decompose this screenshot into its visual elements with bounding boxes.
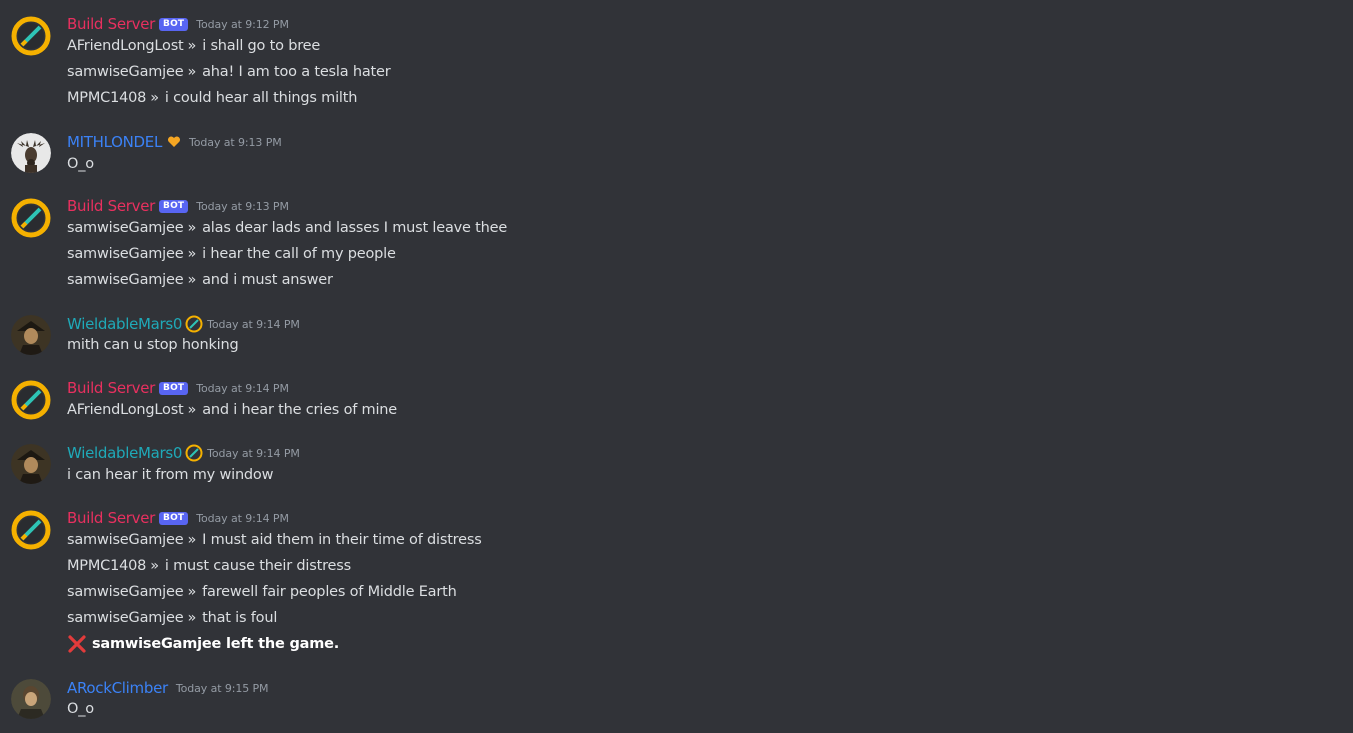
separator: »	[187, 532, 197, 548]
relay-text: alas dear lads and lasses I must leave t…	[202, 220, 508, 236]
portrait-icon	[11, 444, 51, 484]
relay-text: i shall go to bree	[202, 38, 321, 54]
message-line: samwiseGamjee» farewell fair peoples of M…	[67, 582, 457, 602]
relay-text: farewell fair peoples of Middle Earth	[202, 584, 457, 600]
relay-sender: samwiseGamjee	[67, 610, 184, 626]
arockclimber-avatar[interactable]	[11, 679, 51, 719]
bot-tag: BOT	[159, 381, 189, 395]
message-line: samwiseGamjee» that is foul	[67, 608, 277, 628]
message-text: O_o	[67, 156, 94, 172]
message-header: WieldableMars0 Today at 9:14 PM	[67, 443, 300, 463]
username[interactable]: Build Server	[67, 15, 155, 33]
message-line: AFriendLongLost» and i hear the cries of …	[67, 400, 397, 420]
username[interactable]: WieldableMars0	[67, 315, 182, 333]
message-line: samwiseGamjee» aha! I am too a tesla hate…	[67, 62, 391, 82]
username[interactable]: WieldableMars0	[67, 444, 182, 462]
message-text: mith can u stop honking	[67, 337, 239, 353]
wieldablemars0-avatar[interactable]	[11, 315, 51, 355]
message-header: MITHLONDEL Today at 9:13 PM	[67, 132, 282, 152]
relay-text: i could hear all things milth	[164, 90, 358, 106]
relay-text: i hear the call of my people	[202, 246, 396, 262]
relay-sender: MPMC1408	[67, 558, 147, 574]
pickaxe-ring-icon	[11, 198, 51, 238]
orange-heart-icon	[167, 135, 181, 149]
red-x-icon	[67, 634, 87, 654]
chat-message-list: Build Server BOT Today at 9:12 PM AFrien…	[0, 0, 1353, 733]
relay-text: I must aid them in their time of distres…	[202, 532, 482, 548]
relay-sender: samwiseGamjee	[67, 64, 184, 80]
username[interactable]: MITHLONDEL	[67, 133, 162, 151]
message-line: MPMC1408» i must cause their distress	[67, 556, 351, 576]
username[interactable]: Build Server	[67, 379, 155, 397]
pickaxe-ring-icon	[11, 16, 51, 56]
timestamp[interactable]: Today at 9:14 PM	[207, 318, 300, 331]
separator: »	[187, 272, 197, 288]
separator: »	[187, 610, 197, 626]
player-left-message: samwiseGamjee left the game.	[67, 634, 339, 654]
message-line: samwiseGamjee» I must aid them in their t…	[67, 530, 482, 550]
message-line: samwiseGamjee» i hear the call of my peop…	[67, 244, 396, 264]
pickaxe-ring-icon	[11, 510, 51, 550]
relay-sender: AFriendLongLost	[67, 402, 184, 418]
timestamp[interactable]: Today at 9:15 PM	[176, 682, 269, 695]
timestamp[interactable]: Today at 9:12 PM	[196, 18, 289, 31]
timestamp[interactable]: Today at 9:13 PM	[196, 200, 289, 213]
timestamp[interactable]: Today at 9:14 PM	[196, 512, 289, 525]
relay-sender: samwiseGamjee	[67, 532, 184, 548]
build-server-avatar[interactable]	[11, 198, 51, 238]
separator: »	[187, 402, 197, 418]
message-header: Build Server BOT Today at 9:14 PM	[67, 378, 289, 398]
message-text: O_o	[67, 701, 94, 717]
relay-text: that is foul	[202, 610, 278, 626]
relay-text: and i hear the cries of mine	[202, 402, 398, 418]
portrait-icon	[11, 315, 51, 355]
separator: »	[187, 38, 197, 54]
username[interactable]: Build Server	[67, 509, 155, 527]
separator: »	[150, 90, 159, 106]
server-ring-icon	[185, 315, 203, 333]
message-header: ARockClimber Today at 9:15 PM	[67, 678, 269, 698]
timestamp[interactable]: Today at 9:13 PM	[189, 136, 282, 149]
bot-tag: BOT	[159, 17, 189, 31]
message-header: Build Server BOT Today at 9:12 PM	[67, 14, 289, 34]
message-line: samwiseGamjee» and i must answer	[67, 270, 333, 290]
message-line: samwiseGamjee» alas dear lads and lasses …	[67, 218, 507, 238]
wieldablemars0-avatar[interactable]	[11, 444, 51, 484]
portrait-icon	[11, 679, 51, 719]
relay-sender: samwiseGamjee	[67, 272, 184, 288]
left-text: samwiseGamjee left the game.	[92, 636, 340, 652]
relay-sender: samwiseGamjee	[67, 584, 184, 600]
relay-text: i must cause their distress	[164, 558, 351, 574]
separator: »	[187, 220, 197, 236]
timestamp[interactable]: Today at 9:14 PM	[196, 382, 289, 395]
bot-tag: BOT	[159, 511, 189, 525]
relay-sender: MPMC1408	[67, 90, 147, 106]
relay-text: aha! I am too a tesla hater	[202, 64, 391, 80]
separator: »	[187, 584, 197, 600]
relay-sender: AFriendLongLost	[67, 38, 184, 54]
message-line: MPMC1408» i could hear all things milth	[67, 88, 357, 108]
moose-icon	[11, 133, 51, 173]
build-server-avatar[interactable]	[11, 510, 51, 550]
message-header: Build Server BOT Today at 9:13 PM	[67, 196, 289, 216]
message-header: WieldableMars0 Today at 9:14 PM	[67, 314, 300, 334]
separator: »	[150, 558, 159, 574]
relay-sender: samwiseGamjee	[67, 220, 184, 236]
timestamp[interactable]: Today at 9:14 PM	[207, 447, 300, 460]
message-header: Build Server BOT Today at 9:14 PM	[67, 508, 289, 528]
build-server-avatar[interactable]	[11, 16, 51, 56]
separator: »	[187, 64, 197, 80]
username[interactable]: Build Server	[67, 197, 155, 215]
username[interactable]: ARockClimber	[67, 679, 168, 697]
server-ring-icon	[185, 444, 203, 462]
relay-sender: samwiseGamjee	[67, 246, 184, 262]
bot-tag: BOT	[159, 199, 189, 213]
separator: »	[187, 246, 197, 262]
message-line: AFriendLongLost» i shall go to bree	[67, 36, 320, 56]
mithlondel-avatar[interactable]	[11, 133, 51, 173]
build-server-avatar[interactable]	[11, 380, 51, 420]
pickaxe-ring-icon	[11, 380, 51, 420]
message-text: i can hear it from my window	[67, 467, 274, 483]
relay-text: and i must answer	[202, 272, 333, 288]
